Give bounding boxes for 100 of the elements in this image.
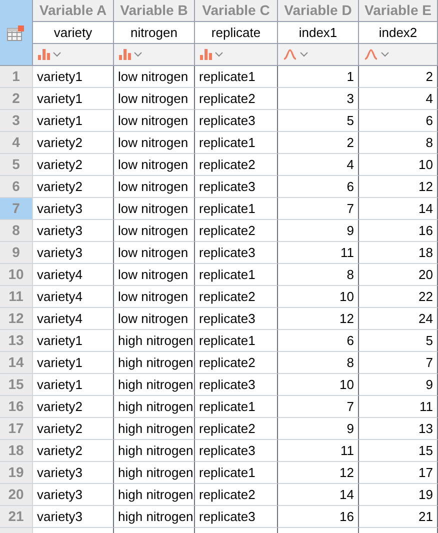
table-cell: high nitrogen: [114, 396, 195, 418]
row-number[interactable]: 13: [0, 330, 33, 352]
table-cell: high nitrogen: [114, 440, 195, 462]
table-icon: [7, 24, 25, 40]
table-cell: 15: [359, 440, 438, 462]
table-cell: high nitrogen: [114, 352, 195, 374]
chevron-down-icon[interactable]: [300, 52, 308, 57]
column-header[interactable]: Variable A: [33, 0, 114, 22]
row-number[interactable]: 21: [0, 506, 33, 528]
row-number[interactable]: 15: [0, 374, 33, 396]
table-cell: 2: [359, 66, 438, 88]
table-cell: replicate3: [195, 374, 278, 396]
row-number[interactable]: 12: [0, 308, 33, 330]
table-cell: replicate1: [195, 66, 278, 88]
row-number[interactable]: 17: [0, 418, 33, 440]
table-cell: 16: [359, 220, 438, 242]
table-cell: replicate2: [195, 154, 278, 176]
column-header[interactable]: Variable D: [278, 0, 359, 22]
table-cell: variety2: [33, 154, 114, 176]
table-cell: high nitrogen: [114, 330, 195, 352]
row-number[interactable]: 9: [0, 242, 33, 264]
row-number[interactable]: 10: [0, 264, 33, 286]
row-number[interactable]: 4: [0, 132, 33, 154]
column-header[interactable]: Variable C: [195, 0, 278, 22]
table-cell: variety3: [33, 462, 114, 484]
table-cell: replicate1: [195, 198, 278, 220]
table-cell: variety3: [33, 198, 114, 220]
table-cell: low nitrogen: [114, 264, 195, 286]
table-cell: 22: [359, 286, 438, 308]
table-cell: variety4: [33, 264, 114, 286]
table-cell: variety1: [33, 66, 114, 88]
table-cell: 16: [278, 506, 359, 528]
chevron-down-icon[interactable]: [381, 52, 389, 57]
row-number[interactable]: 14: [0, 352, 33, 374]
bar-chart-icon: [119, 49, 131, 60]
table-cell: 13: [359, 418, 438, 440]
table-cell: variety1: [33, 374, 114, 396]
table-cell: 14: [278, 484, 359, 506]
table-cell: replicate2: [195, 88, 278, 110]
row-number[interactable]: 5: [0, 154, 33, 176]
table-cell: variety3: [33, 506, 114, 528]
table-cell: 6: [278, 330, 359, 352]
table-cell: variety1: [33, 110, 114, 132]
row-number[interactable]: 18: [0, 440, 33, 462]
table-cell: variety4: [33, 308, 114, 330]
table-cell: variety3: [33, 484, 114, 506]
row-number[interactable]: 8: [0, 220, 33, 242]
table-cell: 3: [278, 88, 359, 110]
table-cell: low nitrogen: [114, 176, 195, 198]
chevron-down-icon[interactable]: [215, 52, 223, 57]
table-cell: variety4: [33, 286, 114, 308]
table-cell: low nitrogen: [114, 286, 195, 308]
table-cell: variety2: [33, 396, 114, 418]
table-cell: replicate3: [195, 308, 278, 330]
table-cell: low nitrogen: [114, 242, 195, 264]
row-number[interactable]: 11: [0, 286, 33, 308]
row-number[interactable]: 19: [0, 462, 33, 484]
table-cell: 5: [278, 110, 359, 132]
table-cell: low nitrogen: [114, 308, 195, 330]
table-cell: variety2: [33, 176, 114, 198]
table-cell: 1: [278, 66, 359, 88]
table-cell: variety2: [33, 132, 114, 154]
table-cell: 12: [359, 176, 438, 198]
table-cell: 7: [359, 352, 438, 374]
table-cell: 12: [278, 462, 359, 484]
table-cell: high nitrogen: [114, 484, 195, 506]
table-cell: replicate2: [195, 220, 278, 242]
chevron-down-icon[interactable]: [134, 52, 142, 57]
table-cell: replicate1: [195, 264, 278, 286]
table-cell: low nitrogen: [114, 154, 195, 176]
table-cell: variety2: [33, 440, 114, 462]
bell-curve-icon: [283, 49, 297, 60]
table-cell: variety1: [33, 88, 114, 110]
table-cell: 2: [278, 132, 359, 154]
row-number[interactable]: 20: [0, 484, 33, 506]
row-number[interactable]: 2: [0, 88, 33, 110]
table-cell: replicate3: [195, 440, 278, 462]
column-header[interactable]: Variable E: [359, 0, 438, 22]
table-cell: 9: [278, 418, 359, 440]
table-cell: low nitrogen: [114, 66, 195, 88]
table-cell: low nitrogen: [114, 110, 195, 132]
table-cell: 6: [278, 176, 359, 198]
table-cell: variety3: [33, 220, 114, 242]
table-cell: 11: [278, 242, 359, 264]
row-number[interactable]: 3: [0, 110, 33, 132]
table-cell: variety3: [33, 242, 114, 264]
chevron-down-icon[interactable]: [53, 52, 61, 57]
table-cell: replicate1: [195, 330, 278, 352]
column-header[interactable]: Variable B: [114, 0, 195, 22]
row-number[interactable]: 16: [0, 396, 33, 418]
table-cell: 17: [359, 462, 438, 484]
table-cell: 4: [278, 154, 359, 176]
row-number[interactable]: 7: [0, 198, 33, 220]
table-cell: replicate2: [195, 352, 278, 374]
table-cell: 4: [359, 88, 438, 110]
table-cell: 9: [278, 220, 359, 242]
table-corner[interactable]: [0, 0, 33, 66]
table-cell: 11: [359, 396, 438, 418]
row-number[interactable]: 1: [0, 66, 33, 88]
row-number[interactable]: 6: [0, 176, 33, 198]
